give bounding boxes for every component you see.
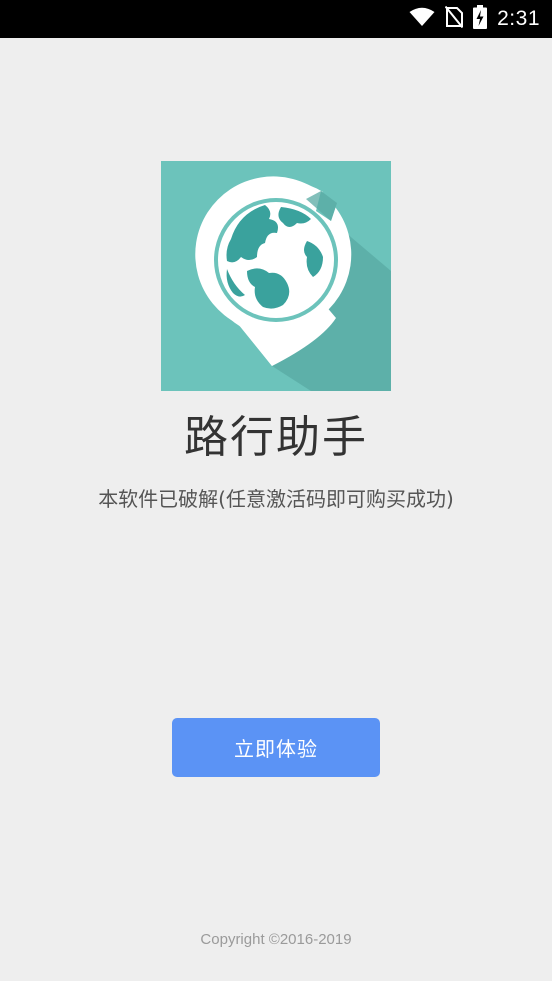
status-bar: 2:31 <box>0 0 552 38</box>
start-experience-button[interactable]: 立即体验 <box>172 718 380 777</box>
wifi-icon <box>409 7 435 31</box>
battery-charging-icon <box>473 5 488 33</box>
app-title: 路行助手 <box>184 412 368 463</box>
status-icons: 2:31 <box>409 0 540 38</box>
app-logo <box>161 161 391 391</box>
app-subtitle: 本软件已破解(任意激活码即可购买成功) <box>98 487 454 511</box>
splash-screen: 2:31 路行助手 本软件已破解(任意激活码即可购买成功) 立即体验 Copyr… <box>0 0 552 981</box>
status-time: 2:31 <box>497 7 540 30</box>
copyright-text: Copyright ©2016-2019 <box>200 931 352 948</box>
globe-location-pin-icon <box>161 161 391 391</box>
no-sim-icon <box>444 5 464 32</box>
